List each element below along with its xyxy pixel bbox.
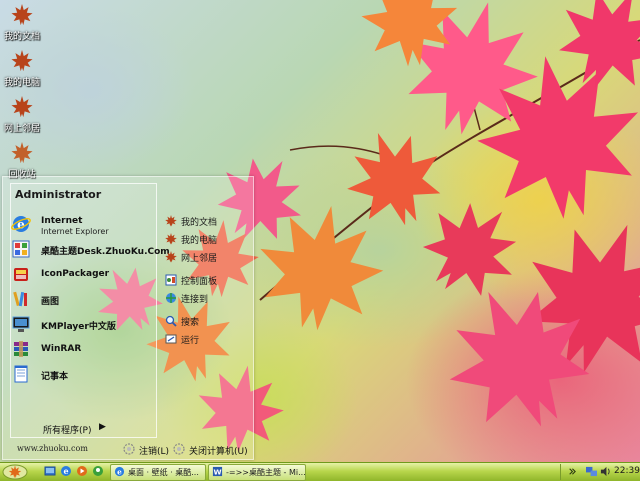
winrar-icon xyxy=(14,341,28,357)
start-menu: Administrator e Internet Internet Explor… xyxy=(2,176,254,460)
program-kmplayer[interactable]: KMPlayer中文版 xyxy=(11,313,151,337)
program-title: KMPlayer中文版 xyxy=(41,322,116,332)
maple-leaf-icon xyxy=(11,142,33,164)
program-winrar[interactable]: WinRAR xyxy=(11,338,151,362)
desktop-icon-network[interactable]: 网上邻居 xyxy=(0,96,52,134)
program-zhuoku-theme[interactable]: 桌酷主题Desk.ZhuoKu.Com xyxy=(11,238,170,262)
desktop-icon-label: 网上邻居 xyxy=(3,124,40,134)
tray-separator xyxy=(560,464,561,480)
media-player-icon[interactable] xyxy=(76,465,88,477)
iconpackager-icon xyxy=(14,268,28,281)
task-label: 桌面 · 壁纸 · 桌酷... xyxy=(128,468,199,477)
ie-icon: e xyxy=(114,466,125,476)
shutdown-label: 关闭计算机(U) xyxy=(189,447,248,457)
notepad-icon xyxy=(14,365,28,383)
place-label: 连接到 xyxy=(181,295,209,305)
task-label: -=>>桌酷主题 - Mi... xyxy=(226,468,306,477)
control-panel-icon xyxy=(165,274,177,286)
show-desktop-icon[interactable] xyxy=(44,465,56,477)
svg-text:e: e xyxy=(117,467,122,476)
program-internet[interactable]: e Internet Internet Explorer xyxy=(11,213,151,237)
tray-chevron-icon[interactable] xyxy=(566,466,577,477)
maple-leaf-icon xyxy=(165,233,177,245)
program-title: IconPackager xyxy=(41,269,110,279)
logoff-icon xyxy=(123,443,135,455)
user-name: Administrator xyxy=(15,188,102,201)
logoff-label: 注销(L) xyxy=(139,447,170,457)
program-subtitle: Internet Explorer xyxy=(41,227,109,236)
maple-leaf-icon xyxy=(165,251,177,263)
place-label: 我的文档 xyxy=(181,218,218,228)
program-title: WinRAR xyxy=(41,344,82,354)
ie-icon: e xyxy=(11,216,31,232)
taskbar: e e 桌面 · 壁纸 · 桌酷... W -=>>桌酷主题 - Mi... 2… xyxy=(0,462,640,481)
desktop-icon-label: 我的电脑 xyxy=(3,78,40,88)
desktop-icon-my-documents[interactable]: 我的文档 xyxy=(0,4,52,42)
desktop-icon-recycle-bin[interactable]: 回收站 xyxy=(0,142,52,180)
paint-icon xyxy=(13,291,27,307)
program-paint[interactable]: 画图 xyxy=(11,288,151,312)
volume-icon[interactable] xyxy=(600,466,611,477)
connect-icon xyxy=(166,293,176,303)
clock: 22:39 xyxy=(614,466,640,476)
program-title: 桌酷主题Desk.ZhuoKu.Com xyxy=(41,247,170,257)
program-title: 记事本 xyxy=(41,372,69,382)
place-label: 控制面板 xyxy=(181,277,218,287)
kmplayer-icon xyxy=(12,316,30,332)
ie-icon[interactable]: e xyxy=(60,465,72,477)
program-iconpackager[interactable]: IconPackager xyxy=(11,263,151,287)
shutdown-icon xyxy=(173,443,185,455)
place-label: 运行 xyxy=(181,336,200,346)
run-icon xyxy=(165,334,177,344)
network-icon[interactable] xyxy=(586,466,597,477)
program-notepad[interactable]: 记事本 xyxy=(11,363,151,387)
theme-icon xyxy=(12,240,30,258)
program-title: 画图 xyxy=(41,297,60,307)
svg-text:e: e xyxy=(63,466,68,476)
maple-leaf-icon xyxy=(11,96,33,118)
place-label: 搜索 xyxy=(181,318,200,328)
place-label: 网上邻居 xyxy=(181,254,218,264)
desktop-icon-my-computer[interactable]: 我的电脑 xyxy=(0,50,52,88)
maple-leaf-icon xyxy=(11,50,33,72)
task-button-browser[interactable]: e 桌面 · 壁纸 · 桌酷... xyxy=(110,464,206,481)
place-label: 我的电脑 xyxy=(181,236,218,246)
task-button-word[interactable]: W -=>>桌酷主题 - Mi... xyxy=(208,464,306,481)
desktop-icon-label: 我的文档 xyxy=(3,32,40,42)
start-button[interactable] xyxy=(2,464,28,480)
arrow-right-icon: ▶ xyxy=(99,422,106,432)
site-url: www.zhuoku.com xyxy=(17,444,88,453)
svg-text:W: W xyxy=(213,467,221,476)
word-icon: W xyxy=(212,466,223,476)
program-title: Internet xyxy=(41,216,83,226)
messenger-icon[interactable] xyxy=(92,465,104,477)
maple-leaf-icon xyxy=(11,4,33,26)
search-icon xyxy=(165,315,177,327)
maple-leaf-icon xyxy=(165,215,177,227)
all-programs-button[interactable]: 所有程序(P) xyxy=(43,423,91,436)
